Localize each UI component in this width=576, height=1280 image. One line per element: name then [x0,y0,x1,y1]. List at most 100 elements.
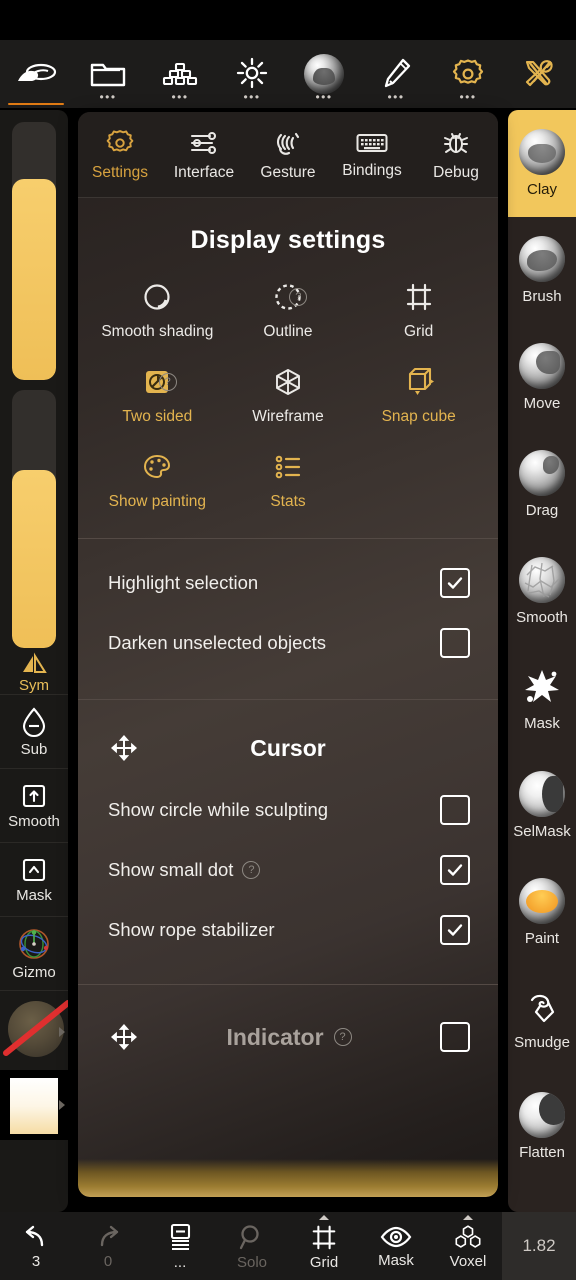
layers-stack-icon [162,62,198,86]
brush-preview-selmask [519,771,565,817]
toggle-snap-cube[interactable]: Snap cube [353,354,484,439]
sidebar-item-mask[interactable]: Mask [0,842,68,916]
brush-label-paint: Paint [524,930,560,947]
sidebar-item-smooth[interactable]: Smooth [0,768,68,842]
layers-icon [170,1223,191,1250]
toggle-label-two-sided: Two sided [122,408,193,425]
indicator-title: Indicator [226,1023,324,1050]
brush-item-move[interactable]: Move [508,324,576,431]
mask-splat-icon [525,670,559,702]
toggle-wireframe[interactable]: Wireframe [223,354,354,439]
brush-item-selmask[interactable]: SelMask [508,752,576,859]
brush-item-mask[interactable]: Mask [508,645,576,752]
bottom-label-mask: Mask [378,1251,414,1269]
row-darken-unselected[interactable]: Darken unselected objects [78,613,498,673]
row-show-rope-stabilizer[interactable]: Show rope stabilizer [78,900,498,960]
cursor-title: Cursor [250,734,326,761]
bottom-item-mask[interactable]: Mask [360,1212,432,1280]
brush-item-paint[interactable]: Paint [508,859,576,966]
toolbar-item-files[interactable]: ••• [72,40,144,108]
symmetry-toggle[interactable]: Sym [0,652,68,694]
tab-settings[interactable]: Settings [78,128,162,182]
checkbox-show-circle[interactable] [440,795,470,825]
brush-label-smooth: Smooth [516,609,568,626]
toggle-label-wireframe: Wireframe [252,408,324,425]
toolbar-item-tools[interactable] [504,40,576,108]
radius-slider[interactable] [12,122,56,380]
toolbar-item-sculpt[interactable] [0,40,72,108]
row-label-highlight-selection: Highlight selection [108,572,259,593]
toolbar-item-material[interactable]: ••• [288,40,360,108]
row-label-show-rope-stabilizer: Show rope stabilizer [108,919,275,940]
symmetry-icon [23,652,47,673]
checkbox-show-small-dot[interactable] [440,855,470,885]
intensity-slider[interactable] [12,390,56,648]
gizmo-icon [19,928,49,959]
tab-interface[interactable]: Interface [162,128,246,182]
brush-preview-smooth [519,557,565,603]
sidebar-label-sub: Sub [20,740,48,758]
redo-icon [100,1225,119,1246]
brush-item-clay[interactable]: Clay [508,110,576,217]
brush-item-brush[interactable]: Brush [508,217,576,324]
sidebar-item-sub[interactable]: Sub [0,694,68,768]
toggle-label-outline: Outline [263,323,313,340]
row-highlight-selection[interactable]: Highlight selection [78,553,498,613]
brush-preview-paint [519,878,565,924]
help-icon-two-sided[interactable]: ? [158,373,177,391]
indicator-section-header[interactable]: Indicator ? [78,1005,498,1069]
toggle-grid[interactable]: Grid [353,269,484,354]
toolbar-item-scene[interactable]: ••• [144,40,216,108]
stats-list-icon [275,455,301,479]
bottom-item-undo[interactable]: 3 [0,1212,72,1280]
bottom-item-grid[interactable]: Grid [288,1212,360,1280]
checkbox-darken-unselected[interactable] [440,628,470,658]
toggle-two-sided[interactable]: ? Two sided [92,354,223,439]
bottom-label-solo: Solo [236,1253,268,1271]
brush-item-smooth[interactable]: Smooth [508,538,576,645]
bottom-item-layers[interactable]: ... [144,1212,216,1280]
sidebar-label-gizmo: Gizmo [12,963,56,981]
display-settings-title: Display settings [190,226,386,254]
toggle-stats[interactable]: Stats [223,439,354,524]
row-show-small-dot[interactable]: Show small dot ? [78,840,498,900]
help-icon-show-small-dot[interactable]: ? [242,861,261,879]
row-show-circle[interactable]: Show circle while sculpting [78,780,498,840]
brush-item-smudge[interactable]: Smudge [508,966,576,1073]
hand-icon [276,132,300,155]
toggle-smooth-shading[interactable]: Smooth shading [92,269,223,354]
tab-debug[interactable]: Debug [414,128,498,182]
cursor-section-header: Cursor [78,716,498,780]
bottom-item-voxel[interactable]: Voxel [432,1212,504,1280]
move-handle-icon[interactable] [111,735,137,761]
toolbar-item-light[interactable]: ••• [216,40,288,108]
toggle-label-show-painting: Show painting [108,493,207,510]
help-icon-indicator[interactable]: ? [333,1028,352,1046]
brush-label-drag: Drag [525,502,559,519]
toggle-show-painting[interactable]: Show painting [92,439,223,524]
toolbar-item-brush[interactable]: ••• [360,40,432,108]
caret-up-icon [319,1215,329,1220]
tab-gesture[interactable]: Gesture [246,128,330,182]
snap-cube-icon [408,367,434,395]
brush-label-flatten: Flatten [519,1144,565,1161]
toolbar-item-settings[interactable]: ••• [432,40,504,108]
move-handle-icon[interactable] [111,1024,137,1050]
material-preview [8,1001,64,1057]
bottom-toolbar: 3 0 ... Solo Grid Mask Voxel 1.82 [0,1212,576,1280]
toggle-outline[interactable]: ? Outline [223,269,354,354]
checkbox-show-rope-stabilizer[interactable] [440,915,470,945]
tab-bindings[interactable]: Bindings [330,130,414,180]
sidebar-item-gizmo[interactable]: Gizmo [0,916,68,990]
material-swatch[interactable] [0,990,68,1070]
checkbox-highlight-selection[interactable] [440,568,470,598]
brush-item-drag[interactable]: Drag [508,431,576,538]
bottom-item-redo[interactable]: 0 [72,1212,144,1280]
slider-group: Sym [0,110,68,694]
brush-label-clay: Clay [526,181,557,198]
symmetry-label: Sym [19,677,49,694]
brush-item-flatten[interactable]: Flatten [508,1073,576,1180]
color-swatch[interactable] [0,1070,68,1140]
checkbox-indicator[interactable] [440,1022,470,1052]
bottom-item-solo[interactable]: Solo [216,1212,288,1280]
